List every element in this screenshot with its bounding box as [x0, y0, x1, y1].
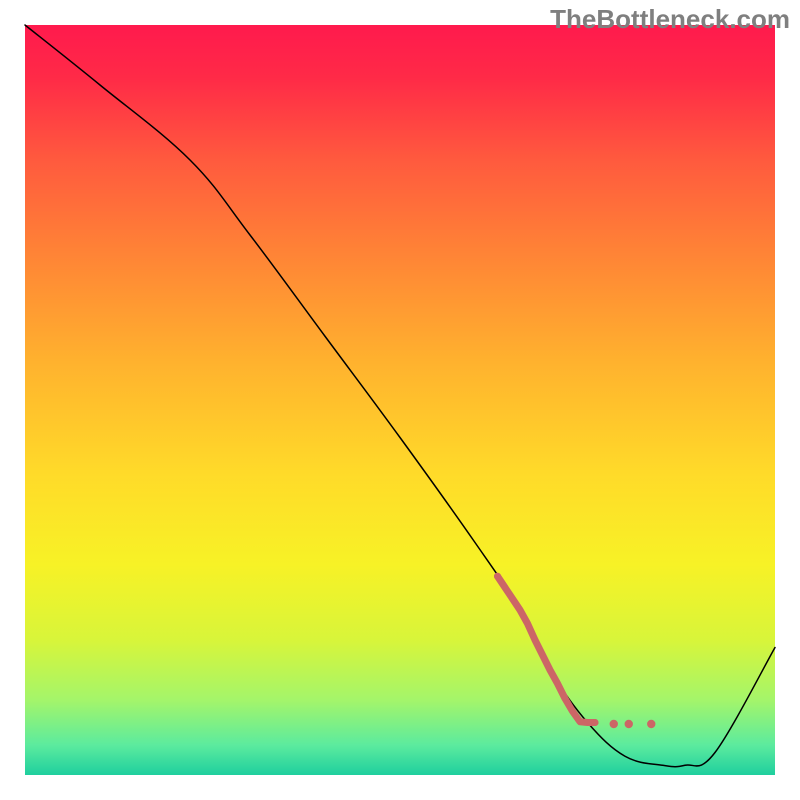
gradient-background — [25, 25, 775, 775]
series-highlight-cap — [494, 573, 501, 580]
watermark-text: TheBottleneck.com — [550, 4, 790, 35]
chart-container: TheBottleneck.com — [0, 0, 800, 800]
series-highlight-dots-point — [647, 720, 655, 728]
series-highlight-dots-point — [610, 720, 618, 728]
chart-svg — [0, 0, 800, 800]
series-highlight-dots-point — [625, 720, 633, 728]
series-highlight-cap — [592, 719, 599, 726]
